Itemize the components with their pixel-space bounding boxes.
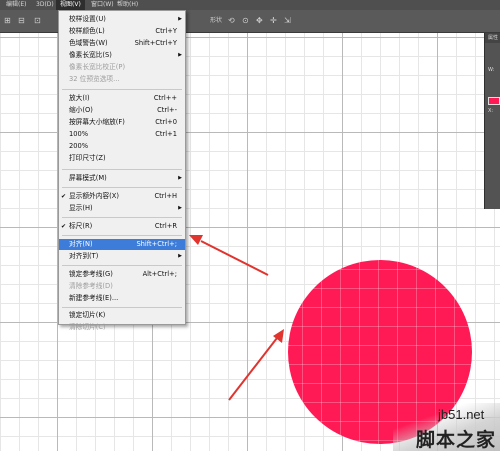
properties-panel: 属性 W: X: <box>484 33 500 209</box>
menu-separator <box>62 169 182 170</box>
menu-item-lock-guides[interactable]: 锁定参考线(G) Alt+Ctrl+; <box>59 269 185 280</box>
panel-width-label: W: <box>488 67 495 73</box>
menu-help[interactable]: 帮助(H) <box>117 0 138 10</box>
submenu-arrow-icon: ▶ <box>178 253 182 259</box>
menu-item-new-guide[interactable]: 新建参考线(E)... <box>59 293 185 304</box>
menu-item-100-percent[interactable]: 100% Ctrl+1 <box>59 129 185 140</box>
menu-item-show[interactable]: 显示(H) ▶ <box>59 203 185 214</box>
menu-item-pixel-aspect[interactable]: 像素长宽比(S) ▶ <box>59 50 185 61</box>
menu-item-200-percent[interactable]: 200% <box>59 141 185 152</box>
menu-item-32bit-preview[interactable]: 32 位预览选项... <box>59 74 185 85</box>
color-swatch[interactable] <box>488 97 500 105</box>
menu-bar: 编辑(E) 3D(D) 视图(V) 窗口(W) 帮助(H) <box>0 0 500 10</box>
move-icon[interactable]: ✛ <box>270 15 277 27</box>
align-icon[interactable]: ⊟ <box>18 15 25 27</box>
menu-item-clear-guides[interactable]: 清除参考线(D) <box>59 281 185 292</box>
menu-item-fit-screen[interactable]: 按屏幕大小缩放(F) Ctrl+0 <box>59 117 185 128</box>
orbit-icon[interactable]: ⊙ <box>242 15 249 27</box>
menu-item-gamut-warning[interactable]: 色域警告(W) Shift+Ctrl+Y <box>59 38 185 49</box>
menu-separator <box>62 235 182 236</box>
menu-separator <box>62 307 182 308</box>
combine-icon[interactable]: ⊞ <box>4 15 11 27</box>
menu-separator <box>62 217 182 218</box>
menu-item-pixel-aspect-correction[interactable]: 像素长宽比校正(P) <box>59 62 185 73</box>
menu-window[interactable]: 窗口(W) <box>91 0 114 10</box>
watermark-site: jb51.net <box>438 407 485 422</box>
menu-item-extras[interactable]: ✔ 显示额外内容(X) Ctrl+H <box>59 191 185 202</box>
menu-separator <box>62 187 182 188</box>
rotate-icon[interactable]: ⟲ <box>228 15 235 27</box>
checkmark-icon: ✔ <box>61 193 67 200</box>
submenu-arrow-icon: ▶ <box>178 52 182 58</box>
menu-view[interactable]: 视图(V) <box>56 0 85 10</box>
menu-item-snap-to[interactable]: 对齐到(T) ▶ <box>59 251 185 262</box>
site-watermark: jb51.net 脚本之家 <box>393 403 500 451</box>
arrange-icon[interactable]: ⊡ <box>34 15 41 27</box>
menu-item-print-size[interactable]: 打印尺寸(Z) <box>59 153 185 164</box>
menu-item-proof-setup[interactable]: 校样设置(U) ▶ <box>59 14 185 25</box>
menu-item-rulers[interactable]: ✔ 标尺(R) Ctrl+R <box>59 221 185 232</box>
view-menu-dropdown: 校样设置(U) ▶ 校样颜色(L) Ctrl+Y 色域警告(W) Shift+Ctrl… <box>58 10 186 331</box>
menu-item-zoom-out[interactable]: 缩小(O) Ctrl+- <box>59 105 185 116</box>
options-label: 形状 <box>210 17 223 24</box>
menu-item-zoom-in[interactable]: 放大(I) Ctrl++ <box>59 93 185 104</box>
panel-title: 属性 <box>485 33 500 43</box>
menu-item-lock-slices[interactable]: 锁定切片(K) <box>59 310 185 321</box>
menu-separator <box>62 89 182 90</box>
menu-separator <box>62 265 182 266</box>
menu-item-screen-mode[interactable]: 屏幕模式(M) ▶ <box>59 173 185 184</box>
pan-icon[interactable]: ✥ <box>256 15 263 27</box>
menu-edit[interactable]: 编辑(E) <box>6 0 26 10</box>
submenu-arrow-icon: ▶ <box>178 175 182 181</box>
scale-icon[interactable]: ⇲ <box>284 15 291 27</box>
submenu-arrow-icon: ▶ <box>178 16 182 22</box>
menu-item-snap[interactable]: 对齐(N) Shift+Ctrl+; <box>59 239 185 250</box>
panel-x-label: X: <box>488 108 494 114</box>
submenu-arrow-icon: ▶ <box>178 205 182 211</box>
menu-3d[interactable]: 3D(D) <box>36 0 54 10</box>
checkmark-icon: ✔ <box>61 223 67 230</box>
watermark-name: 脚本之家 <box>416 429 497 451</box>
menu-item-proof-colors[interactable]: 校样颜色(L) Ctrl+Y <box>59 26 185 37</box>
menu-item-clear-slices[interactable]: 清除切片(C) <box>59 322 185 333</box>
